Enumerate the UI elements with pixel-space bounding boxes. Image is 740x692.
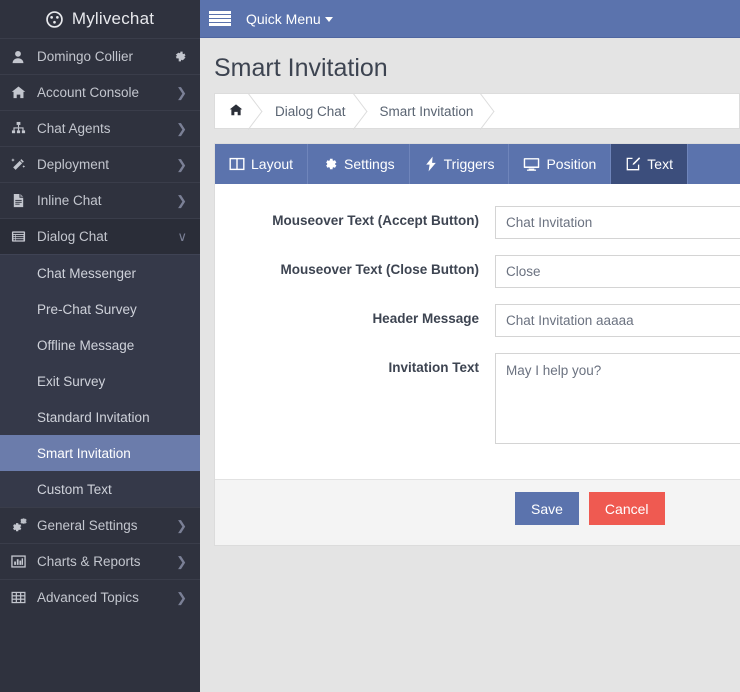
sidebar-item-label: Inline Chat xyxy=(37,193,102,208)
sidebar-item-label: Account Console xyxy=(37,85,140,100)
home-icon xyxy=(11,85,33,100)
sidebar-user-label: Domingo Collier xyxy=(37,49,134,64)
cogs-icon xyxy=(11,518,33,533)
window-list-icon xyxy=(11,229,33,244)
breadcrumb: Dialog Chat Smart Invitation xyxy=(214,93,740,129)
hamburger-icon[interactable] xyxy=(209,10,231,28)
form-row-accept-mouseover: Mouseover Text (Accept Button) xyxy=(215,206,740,239)
sidebar-item-label: Charts & Reports xyxy=(37,554,141,569)
bar-chart-icon xyxy=(11,554,33,569)
sidebar-item-deployment[interactable]: Deployment ❯ xyxy=(0,146,200,182)
label-accept-mouseover: Mouseover Text (Accept Button) xyxy=(272,213,479,228)
tab-layout[interactable]: Layout xyxy=(215,144,309,184)
sitemap-icon xyxy=(11,121,33,136)
app-root: Mylivechat Domingo Collier Account Conso… xyxy=(0,0,740,692)
form-row-header-message: Header Message xyxy=(215,304,740,337)
sidebar-submenu: Chat Messenger Pre-Chat Survey Offline Mes… xyxy=(0,254,200,507)
tab-label: Layout xyxy=(251,156,294,172)
chevron-icon: ❯ xyxy=(176,554,187,569)
chevron-icon: ❯ xyxy=(176,518,187,533)
sidebar-item-advanced-topics[interactable]: Advanced Topics ❯ xyxy=(0,579,200,615)
chevron-icon: ∨ xyxy=(177,229,187,244)
chevron-icon: ❯ xyxy=(176,193,187,208)
main-content: Smart Invitation Dialog Chat Smart Invit… xyxy=(200,38,740,692)
sidebar-item-dialog-chat[interactable]: Dialog Chat ∨ xyxy=(0,218,200,254)
input-close-mouseover[interactable] xyxy=(495,255,740,288)
panel-footer: Save Cancel xyxy=(215,479,740,545)
label-header-message: Header Message xyxy=(372,311,479,326)
brand-logo[interactable]: Mylivechat xyxy=(0,0,200,38)
gear-icon xyxy=(322,156,338,172)
sidebar: Mylivechat Domingo Collier Account Conso… xyxy=(0,0,200,692)
sidebar-item-label: Advanced Topics xyxy=(37,590,139,605)
magic-wand-icon xyxy=(11,157,33,172)
textarea-invitation-text[interactable] xyxy=(495,353,740,444)
quick-menu-label: Quick Menu xyxy=(246,10,321,27)
caret-down-icon xyxy=(324,17,333,22)
settings-panel: Layout Settings Triggers Position Text Mouse… xyxy=(214,143,740,546)
sidebar-item-chat-agents[interactable]: Chat Agents ❯ xyxy=(0,110,200,146)
desktop-icon xyxy=(523,156,540,172)
save-button[interactable]: Save xyxy=(515,492,579,525)
table-grid-icon xyxy=(11,590,33,605)
input-header-message[interactable] xyxy=(495,304,740,337)
chevron-icon: ❯ xyxy=(176,157,187,172)
sidebar-item-charts-reports[interactable]: Charts & Reports ❯ xyxy=(0,543,200,579)
tab-position[interactable]: Position xyxy=(509,144,612,184)
label-invitation-text: Invitation Text xyxy=(388,360,479,375)
bolt-icon xyxy=(424,156,438,172)
form-row-close-mouseover: Mouseover Text (Close Button) xyxy=(215,255,740,288)
tab-triggers[interactable]: Triggers xyxy=(410,144,510,184)
sidebar-subitem-custom-text[interactable]: Custom Text xyxy=(0,471,200,507)
page-title: Smart Invitation xyxy=(214,54,388,82)
label-close-mouseover: Mouseover Text (Close Button) xyxy=(280,262,479,277)
breadcrumb-item-dialog-chat[interactable]: Dialog Chat xyxy=(259,94,364,128)
chevron-icon: ❯ xyxy=(176,121,187,136)
sidebar-subitem-pre-chat-survey[interactable]: Pre-Chat Survey xyxy=(0,291,200,327)
breadcrumb-home[interactable] xyxy=(215,94,259,128)
tab-label: Triggers xyxy=(443,156,495,172)
form-row-invitation-text: Invitation Text xyxy=(215,353,740,449)
tab-label: Settings xyxy=(344,156,395,172)
tab-label: Text xyxy=(647,156,673,172)
sidebar-item-general-settings[interactable]: General Settings ❯ xyxy=(0,507,200,543)
chevron-icon: ❯ xyxy=(176,590,187,605)
columns-icon xyxy=(229,156,245,172)
sidebar-item-account-console[interactable]: Account Console ❯ xyxy=(0,74,200,110)
cancel-button[interactable]: Cancel xyxy=(588,492,665,525)
home-icon xyxy=(229,103,243,120)
sidebar-item-inline-chat[interactable]: Inline Chat ❯ xyxy=(0,182,200,218)
sidebar-subitem-chat-messenger[interactable]: Chat Messenger xyxy=(0,255,200,291)
sidebar-item-label: General Settings xyxy=(37,518,138,533)
breadcrumb-item-smart-invitation[interactable]: Smart Invitation xyxy=(364,94,492,128)
dashboard-icon xyxy=(46,10,63,28)
quick-menu-dropdown[interactable]: Quick Menu xyxy=(246,11,333,27)
user-icon xyxy=(11,50,33,64)
sidebar-item-label: Chat Agents xyxy=(37,121,111,136)
gear-icon[interactable] xyxy=(174,50,187,63)
input-accept-mouseover[interactable] xyxy=(495,206,740,239)
pencil-square-icon xyxy=(625,156,641,172)
tab-settings[interactable]: Settings xyxy=(308,144,410,184)
sidebar-subitem-smart-invitation[interactable]: Smart Invitation xyxy=(0,435,200,471)
sidebar-item-user[interactable]: Domingo Collier xyxy=(0,38,200,74)
file-text-icon xyxy=(11,193,33,208)
form-body: Mouseover Text (Accept Button) Mouseover… xyxy=(215,184,740,479)
top-bar: Quick Menu xyxy=(200,0,740,38)
sidebar-item-label: Dialog Chat xyxy=(37,229,108,244)
sidebar-subitem-standard-invitation[interactable]: Standard Invitation xyxy=(0,399,200,435)
sidebar-subitem-exit-survey[interactable]: Exit Survey xyxy=(0,363,200,399)
sidebar-item-label: Deployment xyxy=(37,157,110,172)
brand-name: Mylivechat xyxy=(71,9,155,28)
sidebar-subitem-offline-message[interactable]: Offline Message xyxy=(0,327,200,363)
tab-bar: Layout Settings Triggers Position Text xyxy=(215,144,740,184)
tab-text[interactable]: Text xyxy=(611,144,688,184)
tab-label: Position xyxy=(546,156,597,172)
chevron-icon: ❯ xyxy=(176,85,187,100)
